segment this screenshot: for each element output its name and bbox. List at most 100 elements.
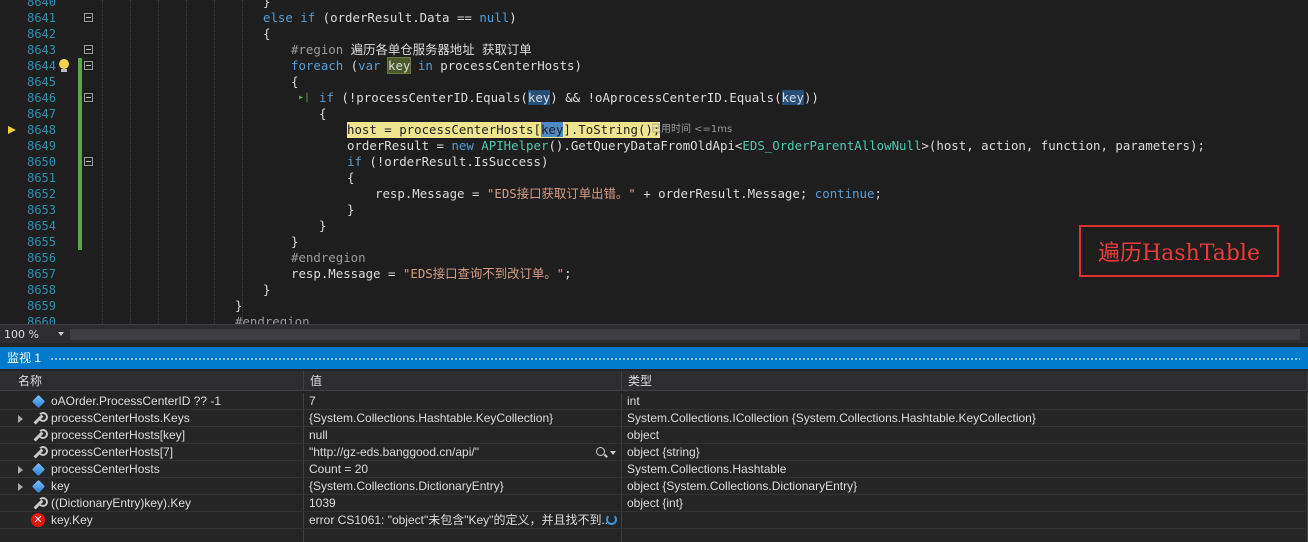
fold-toggle[interactable] xyxy=(84,157,93,166)
horizontal-scrollbar[interactable] xyxy=(70,329,1300,340)
name-cell: processCenterHosts[7] xyxy=(0,444,304,461)
line-number: 8658 xyxy=(27,283,56,297)
change-marker xyxy=(78,122,82,138)
line-number: 8640 xyxy=(27,0,56,9)
watch-row[interactable]: processCenterHosts[key] null object xyxy=(0,427,1308,444)
code-text: if (!orderResult.IsSuccess) xyxy=(347,154,549,169)
change-marker xyxy=(78,218,82,234)
watch-row[interactable]: processCenterHosts[7] "http://gz-eds.ban… xyxy=(0,444,1308,461)
property-wrench-icon xyxy=(32,429,48,442)
watch-value-cell[interactable]: "http://gz-eds.banggood.cn/api/" xyxy=(304,444,622,461)
watch-type: object xyxy=(622,427,1308,444)
run-to-click-icon[interactable]: ▸| xyxy=(298,90,310,106)
column-header-name[interactable]: 名称 xyxy=(0,371,304,391)
property-wrench-icon xyxy=(32,446,48,459)
watch-row-empty[interactable] xyxy=(0,529,1308,542)
code-text: { xyxy=(263,26,271,41)
line-number: 8659 xyxy=(27,299,56,313)
line-number: 8647 xyxy=(27,107,56,121)
name-cell: oAOrder.ProcessCenterID ?? -1 xyxy=(0,393,304,410)
fold-toggle[interactable] xyxy=(84,13,93,22)
watch-name[interactable]: processCenterHosts[7] xyxy=(51,444,173,460)
code-line: 8653 } xyxy=(0,202,1308,218)
name-cell: ✕ key.Key xyxy=(0,512,304,529)
column-header-value[interactable]: 值 xyxy=(304,371,622,391)
code-text: #region 遍历各单仓服务器地址 获取订单 xyxy=(291,42,532,57)
change-marker xyxy=(78,234,82,250)
name-cell: processCenterHosts[key] xyxy=(0,427,304,444)
code-text: } xyxy=(291,234,299,249)
current-statement: host = processCenterHosts[key].ToString(… xyxy=(347,122,661,138)
change-marker xyxy=(78,106,82,122)
expand-arrow-icon[interactable] xyxy=(18,466,23,474)
watch-row[interactable]: oAOrder.ProcessCenterID ?? -1 7 int xyxy=(0,393,1308,410)
watch-name[interactable]: ((DictionaryEntry)key).Key xyxy=(51,495,191,511)
magnifier-icon[interactable] xyxy=(596,447,605,456)
watch-name[interactable]: key xyxy=(51,478,70,494)
column-header-type[interactable]: 类型 xyxy=(622,371,1308,391)
watch-row[interactable]: ✕ key.Key error CS1061: "object"未包含"Key"… xyxy=(0,512,1308,529)
code-line: 8649 orderResult = new APIHelper().GetQu… xyxy=(0,138,1308,154)
expand-arrow-icon[interactable] xyxy=(18,483,23,491)
field-icon xyxy=(31,479,46,494)
code-text: resp.Message = "EDS接口查询不到改订单。"; xyxy=(291,266,572,281)
field-icon xyxy=(31,462,46,477)
drag-grip[interactable] xyxy=(50,357,1300,361)
watch-row[interactable]: processCenterHosts.Keys {System.Collecti… xyxy=(0,410,1308,427)
line-number: 8643 xyxy=(27,43,56,57)
watch-name[interactable]: processCenterHosts xyxy=(51,461,160,477)
code-text: orderResult = new APIHelper().GetQueryDa… xyxy=(347,138,1205,153)
watch-value[interactable]: {System.Collections.DictionaryEntry} xyxy=(304,478,622,495)
line-number: 8649 xyxy=(27,139,56,153)
watch-panel: 监视 1 名称 值 类型 oAOrder.ProcessCenterID ?? … xyxy=(0,343,1308,542)
watch-row[interactable]: processCenterHosts Count = 20 System.Col… xyxy=(0,461,1308,478)
code-text: if (!processCenterID.Equals(key) && !oAp… xyxy=(319,90,819,105)
watch-type: object {string} xyxy=(622,444,1308,461)
type-cell xyxy=(622,529,1308,542)
line-number: 8646 xyxy=(27,91,56,105)
watch-value[interactable]: 7 xyxy=(304,393,622,410)
watch-name[interactable]: processCenterHosts[key] xyxy=(51,427,185,443)
watch-value[interactable]: null xyxy=(304,427,622,444)
line-number: 8644 xyxy=(27,59,56,73)
watch-row[interactable]: ((DictionaryEntry)key).Key 1039 object {… xyxy=(0,495,1308,512)
code-line: 8659 } xyxy=(0,298,1308,314)
watch-value-cell[interactable]: error CS1061: "object"未包含"Key"的定义，并且找不到.… xyxy=(304,512,622,529)
code-line: 8647 { xyxy=(0,106,1308,122)
expand-arrow-icon[interactable] xyxy=(18,415,23,423)
code-line: 8640 } xyxy=(0,0,1308,10)
watch-value[interactable]: 1039 xyxy=(304,495,622,512)
lightbulb-icon[interactable] xyxy=(58,59,70,73)
fold-toggle[interactable] xyxy=(84,45,93,54)
watch-row[interactable]: key {System.Collections.DictionaryEntry}… xyxy=(0,478,1308,495)
watch-value[interactable]: Count = 20 xyxy=(304,461,622,478)
watch-panel-title-bar[interactable]: 监视 1 xyxy=(0,347,1308,369)
perf-tip[interactable]: 已用时间 <=1ms xyxy=(651,122,732,138)
code-text: { xyxy=(319,106,327,121)
code-line: 8644 foreach (var key in processCenterHo… xyxy=(0,57,1308,74)
code-line: 8660 #endregion xyxy=(0,314,1308,324)
watch-type xyxy=(622,512,1308,529)
watch-type: System.Collections.ICollection {System.C… xyxy=(622,410,1308,427)
change-marker xyxy=(78,170,82,186)
fold-toggle[interactable] xyxy=(84,61,93,70)
change-marker xyxy=(78,186,82,202)
current-statement-arrow-icon[interactable] xyxy=(8,126,16,134)
watch-value: error CS1061: "object"未包含"Key"的定义，并且找不到.… xyxy=(309,513,612,527)
line-number: 8652 xyxy=(27,187,56,201)
watch-name[interactable]: processCenterHosts.Keys xyxy=(51,410,190,426)
watch-name[interactable]: oAOrder.ProcessCenterID ?? -1 xyxy=(51,393,221,409)
watch-name[interactable]: key.Key xyxy=(51,512,93,528)
fold-toggle[interactable] xyxy=(84,93,93,102)
zoom-dropdown[interactable]: 100 % xyxy=(4,327,64,342)
code-text: else if (orderResult.Data == null) xyxy=(263,10,517,25)
watch-type: System.Collections.Hashtable xyxy=(622,461,1308,478)
line-number: 8655 xyxy=(27,235,56,249)
chevron-down-icon[interactable] xyxy=(610,451,616,455)
error-icon: ✕ xyxy=(31,513,45,527)
change-marker xyxy=(78,58,82,74)
refresh-icon[interactable] xyxy=(606,514,617,525)
code-editor[interactable]: 8640 } 8641 else if (orderResult.Data ==… xyxy=(0,0,1308,324)
code-line: 8641 else if (orderResult.Data == null) xyxy=(0,10,1308,26)
watch-value[interactable]: {System.Collections.Hashtable.KeyCollect… xyxy=(304,410,622,427)
